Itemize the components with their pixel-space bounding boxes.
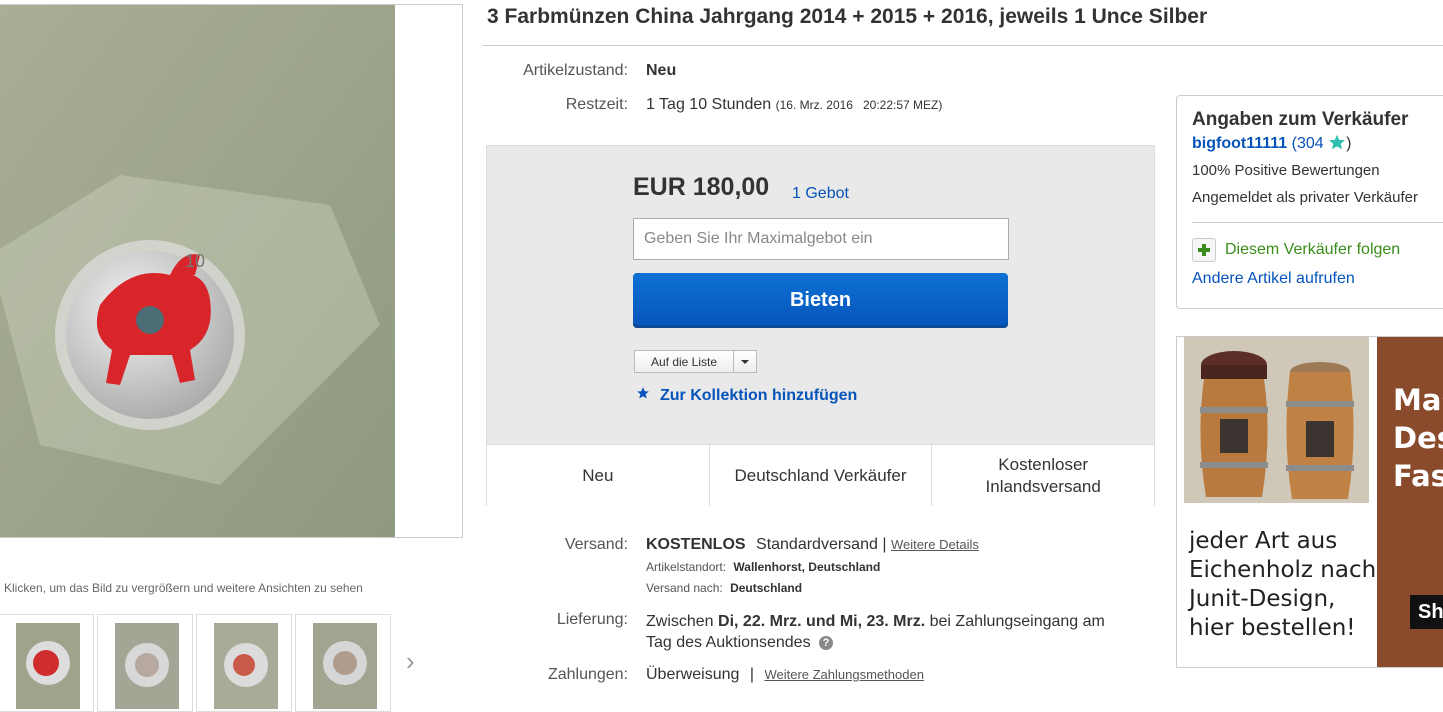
- shipping-label: Versand:: [564, 536, 628, 553]
- advertisement[interactable]: jeder Art aus Eichenholz nach Junit-Desi…: [1176, 336, 1443, 668]
- bid-count-link[interactable]: 1 Gebot: [792, 185, 849, 203]
- feature-badges: Neu Deutschland Verkäufer Kostenloser In…: [487, 444, 1154, 506]
- item-title: 3 Farbmünzen China Jahrgang 2014 + 2015 …: [487, 5, 1208, 28]
- feedback-close: ): [1346, 135, 1352, 152]
- thumbnail[interactable]: [196, 614, 292, 712]
- collection-label: Zur Kollektion hinzufügen: [660, 386, 858, 404]
- chevron-down-icon[interactable]: [734, 351, 756, 372]
- item-location-label: Artikelstandort:: [646, 560, 727, 574]
- thumbnail[interactable]: [295, 614, 391, 712]
- teal-star-icon: [1328, 134, 1346, 152]
- ad-side-line: Des: [1393, 421, 1443, 455]
- ad-line: Eichenholz nach: [1189, 557, 1377, 583]
- shipping-value: KOSTENLOS Standardversand | Weitere Deta…: [646, 536, 979, 554]
- delivery-dates: Di, 22. Mrz. und Mi, 23. Mrz.: [718, 613, 926, 630]
- max-bid-input[interactable]: [633, 218, 1009, 260]
- condition-label: Artikelzustand:: [523, 62, 628, 79]
- follow-seller-link[interactable]: Diesem Verkäufer folgen: [1192, 238, 1400, 262]
- seller-username-link[interactable]: bigfoot11111: [1192, 135, 1287, 152]
- ad-side-text: Mas Des Fas: [1393, 381, 1443, 495]
- watchlist-label: Auf die Liste: [635, 351, 734, 372]
- shipping-details-link[interactable]: Weitere Details: [891, 537, 979, 552]
- more-payment-methods-link[interactable]: Weitere Zahlungsmethoden: [764, 667, 923, 682]
- main-product-image[interactable]: 10: [0, 5, 395, 537]
- ships-to-label: Versand nach:: [646, 581, 723, 595]
- thumbnail[interactable]: [97, 614, 193, 712]
- time-left-end: (16. Mrz. 2016 20:22:57 MEZ): [775, 98, 943, 112]
- seller-positive-feedback: 100% Positive Bewertungen: [1192, 162, 1380, 179]
- delivery-prefix: Zwischen: [646, 613, 719, 630]
- seller-identity: bigfoot11111 (304 ): [1192, 134, 1351, 153]
- ad-side-panel: Mas Des Fas Sh: [1377, 337, 1443, 667]
- payment-value: Überweisung | Weitere Zahlungsmethoden: [646, 666, 924, 684]
- time-left-value: 1 Tag 10 Stunden (16. Mrz. 2016 20:22:57…: [646, 96, 942, 114]
- ships-to-value: Deutschland: [730, 581, 803, 595]
- current-price: EUR 180,00: [633, 173, 770, 201]
- title-divider: [483, 45, 1443, 46]
- feature-free-shipping-text: Kostenloser Inlandsversand: [985, 454, 1101, 496]
- feature-condition: Neu: [487, 445, 710, 506]
- delivery-label: Lieferung:: [556, 611, 628, 628]
- ad-side-line: Mas: [1393, 383, 1443, 417]
- svg-text:10: 10: [185, 251, 205, 271]
- ad-line: jeder Art aus: [1189, 528, 1338, 554]
- ad-shop-button[interactable]: Sh: [1410, 595, 1443, 629]
- bid-button[interactable]: Bieten: [633, 273, 1008, 328]
- delivery-line2: Tag des Auktionsendes: [646, 634, 811, 651]
- time-left-duration: 1 Tag 10 Stunden: [646, 96, 772, 113]
- time-left-label: Restzeit:: [565, 96, 628, 113]
- ships-to: Versand nach: Deutschland: [646, 581, 802, 595]
- seller-type: Angemeldet als privater Verkäufer: [1192, 189, 1418, 206]
- delivery-suffix: bei Zahlungseingang am: [925, 613, 1105, 630]
- feature-free-shipping: Kostenloser Inlandsversand: [932, 445, 1154, 506]
- thumbnail-next-arrow[interactable]: ›: [406, 646, 415, 677]
- feedback-score-link[interactable]: 304: [1297, 135, 1324, 152]
- ad-text: jeder Art aus Eichenholz nach Junit-Desi…: [1189, 527, 1376, 643]
- thumbnail[interactable]: [0, 614, 94, 712]
- help-icon[interactable]: ?: [819, 636, 834, 650]
- payment-method: Überweisung: [646, 666, 740, 683]
- star-icon: [636, 386, 650, 405]
- shipping-free: KOSTENLOS: [646, 536, 746, 553]
- plus-icon: [1192, 238, 1216, 262]
- other-items-link[interactable]: Andere Artikel aufrufen: [1192, 270, 1355, 288]
- follow-seller-label: Diesem Verkäufer folgen: [1225, 241, 1401, 258]
- gallery-caption: Klicken, um das Bild zu vergrößern und w…: [4, 581, 363, 595]
- ad-line: Junit-Design,: [1189, 586, 1336, 612]
- seller-divider: [1192, 222, 1443, 223]
- add-to-collection-link[interactable]: Zur Kollektion hinzufügen: [636, 386, 857, 405]
- delivery-value: Zwischen Di, 22. Mrz. und Mi, 23. Mrz. b…: [646, 611, 1156, 653]
- feature-seller-location: Deutschland Verkäufer: [710, 445, 933, 506]
- item-location-value: Wallenhorst, Deutschland: [733, 560, 881, 574]
- ad-image-barrels: [1184, 337, 1369, 503]
- payment-separator: |: [749, 666, 754, 683]
- ad-side-line: Fas: [1393, 459, 1443, 493]
- payment-label: Zahlungen:: [547, 666, 628, 683]
- shipping-method: Standardversand |: [756, 536, 887, 553]
- seller-heading: Angaben zum Verkäufer: [1192, 109, 1409, 130]
- ad-line: hier bestellen!: [1189, 615, 1356, 641]
- add-to-watchlist-button[interactable]: Auf die Liste: [634, 350, 757, 373]
- item-location: Artikelstandort: Wallenhorst, Deutschlan…: [646, 560, 880, 574]
- condition-value: Neu: [646, 62, 677, 79]
